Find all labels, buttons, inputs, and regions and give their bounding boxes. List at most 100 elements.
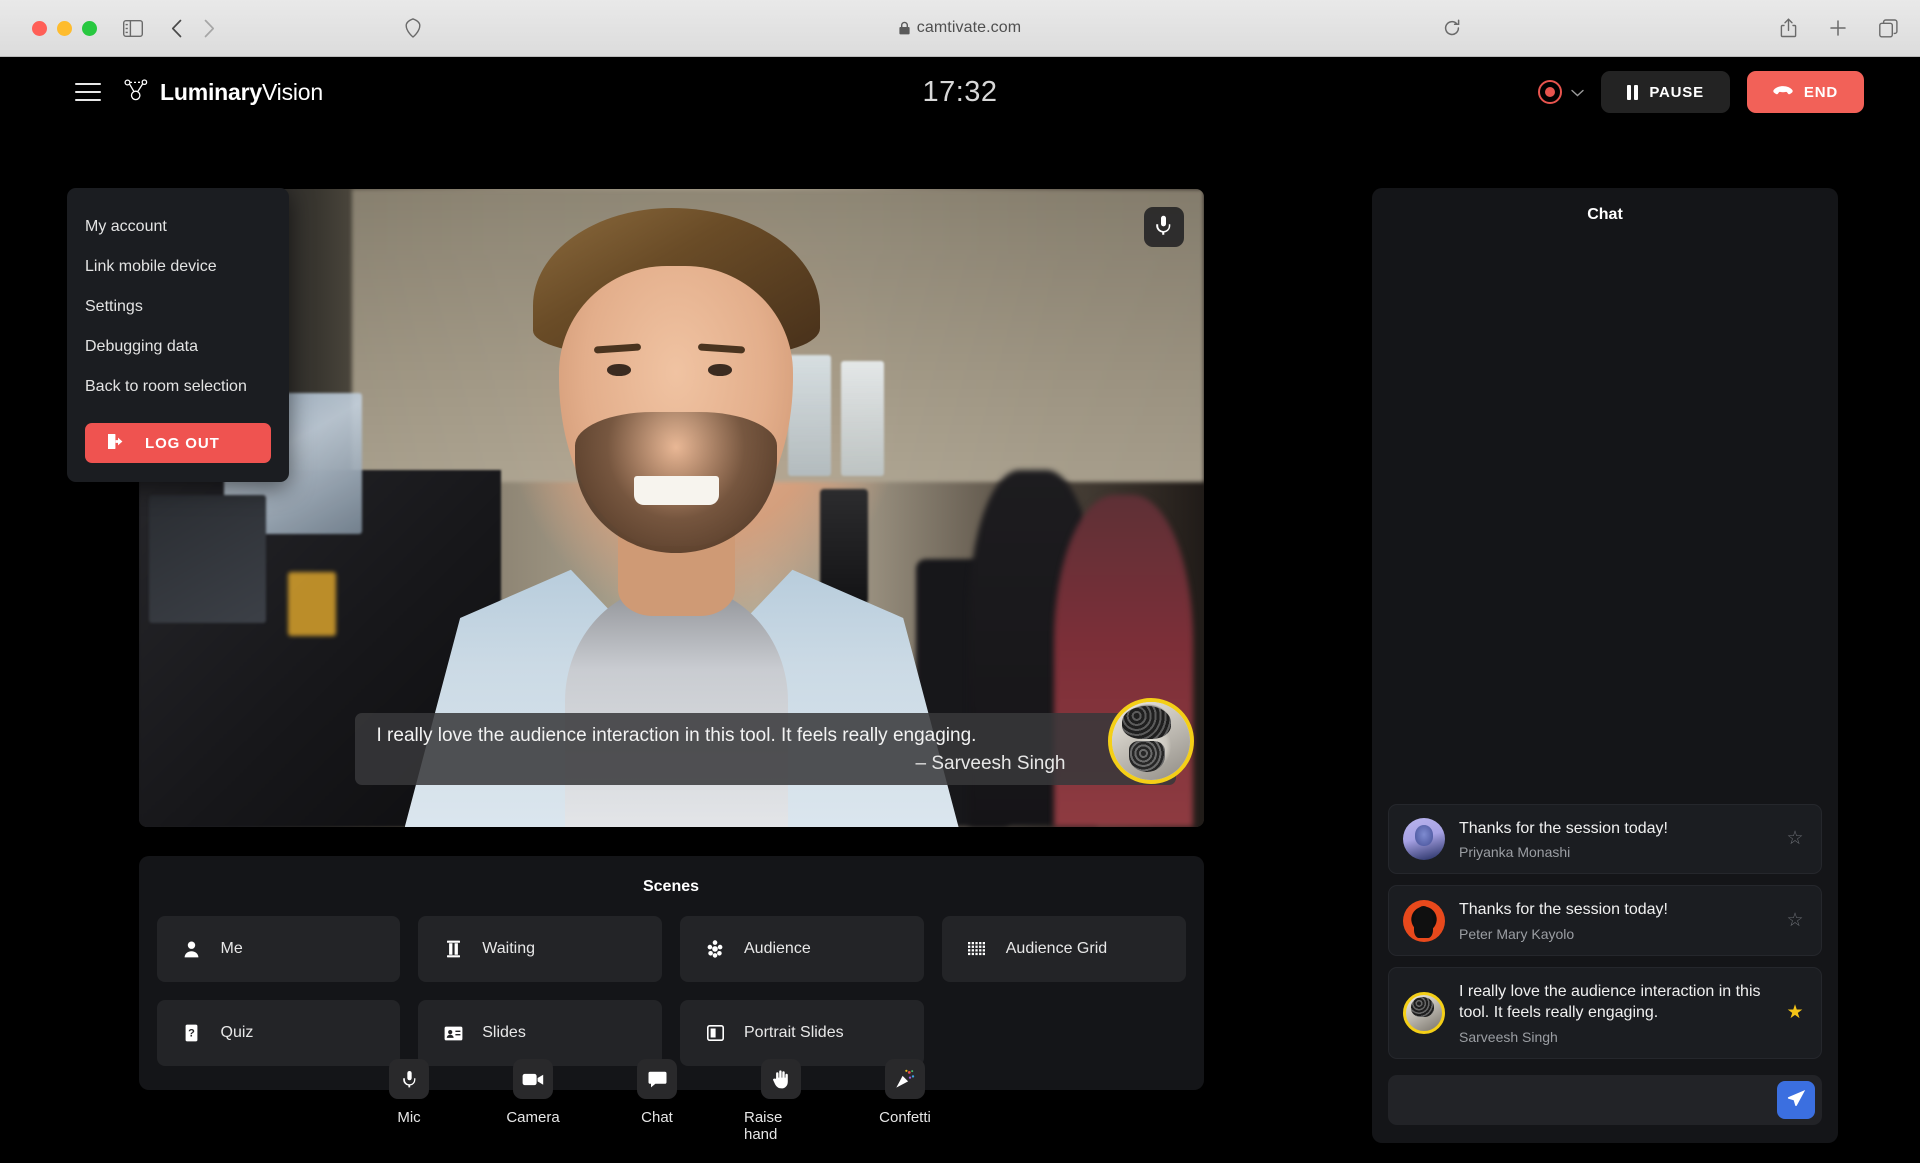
menu-item-my-account[interactable]: My account — [67, 207, 289, 247]
chat-message-author: Peter Mary Kayolo — [1459, 925, 1575, 942]
chat-title: Chat — [1587, 206, 1623, 223]
chat-message-body: Thanks for the session today! Priyanka M… — [1459, 818, 1769, 861]
portrait-slides-icon — [705, 1025, 725, 1041]
main-video-preview[interactable]: I really love the audience interaction i… — [138, 189, 1204, 827]
menu-item-back-to-room-selection[interactable]: Back to room selection — [67, 367, 289, 407]
menu-item-link-mobile-device[interactable]: Link mobile device — [67, 247, 289, 287]
close-window-button[interactable] — [32, 20, 47, 36]
logout-button[interactable]: LOG OUT — [85, 423, 271, 463]
hourglass-icon — [443, 940, 463, 958]
scene-card-audience[interactable]: Audience — [680, 916, 924, 982]
minimize-window-button[interactable] — [57, 20, 72, 36]
caption-avatar — [1107, 698, 1194, 784]
hamburger-menu-icon[interactable] — [75, 83, 101, 101]
window-traffic-lights[interactable] — [32, 20, 97, 36]
end-call-button[interactable]: END — [1746, 71, 1864, 113]
sidebar-toggle-icon[interactable] — [123, 19, 143, 37]
star-icon[interactable]: ★ — [1783, 1001, 1807, 1024]
chat-message-author: Priyanka Monashi — [1459, 844, 1571, 861]
caption-avatar-beard — [1128, 741, 1165, 773]
scenes-panel: Scenes Me Waiting Audience Audience Grid… — [138, 856, 1204, 1090]
video-desk-object — [287, 571, 336, 636]
microphone-icon — [1156, 215, 1171, 240]
chevron-down-icon[interactable] — [1571, 85, 1585, 100]
privacy-shield-icon[interactable] — [405, 18, 421, 38]
record-dot-icon[interactable] — [1538, 80, 1563, 104]
scene-label: Slides — [482, 1024, 526, 1041]
toolbar-label: Mic — [397, 1109, 421, 1126]
forward-arrow-icon[interactable] — [204, 19, 215, 38]
toolbar-raise-hand-button[interactable]: Raise hand — [744, 1059, 818, 1143]
app-topbar: LuminaryVision 17:32 PAUSE END — [0, 57, 1920, 127]
topbar-right-controls: PAUSE END — [1538, 71, 1892, 113]
toolbar-label: Confetti — [879, 1109, 931, 1126]
chat-message[interactable]: Thanks for the session today! Priyanka M… — [1388, 803, 1822, 875]
bottom-toolbar: Mic Camera Chat Raise hand Confetti — [0, 1059, 1342, 1143]
caption-author: – Sarveesh Singh — [915, 753, 1066, 775]
quiz-icon: ? — [182, 1024, 202, 1042]
video-mic-toggle[interactable] — [1143, 207, 1184, 247]
luminary-network-logo-icon — [123, 78, 149, 106]
toolbar-camera-button[interactable]: Camera — [496, 1059, 570, 1143]
chat-message[interactable]: I really love the audience interaction i… — [1388, 966, 1822, 1059]
navigation-arrows[interactable] — [171, 19, 215, 38]
star-icon[interactable]: ☆ — [1783, 827, 1807, 850]
send-message-button[interactable] — [1777, 1081, 1815, 1119]
logout-icon — [107, 433, 125, 454]
avatar — [1403, 817, 1445, 860]
toolbar-chat-button[interactable]: Chat — [620, 1059, 694, 1143]
tab-overview-icon[interactable] — [1879, 18, 1898, 38]
star-icon[interactable]: ☆ — [1783, 909, 1807, 932]
scene-card-quiz[interactable]: ? Quiz — [156, 1000, 401, 1066]
toolbar-confetti-button[interactable]: Confetti — [868, 1059, 942, 1143]
end-label: END — [1803, 83, 1838, 101]
video-caption-overlay: I really love the audience interaction i… — [354, 698, 1194, 785]
slides-icon — [443, 1026, 463, 1041]
chat-message[interactable]: Thanks for the session today! Peter Mary… — [1388, 885, 1822, 956]
maximize-window-button[interactable] — [82, 20, 97, 36]
video-speaker-tshirt — [564, 584, 789, 827]
pause-icon — [1627, 84, 1639, 100]
scene-card-slides[interactable]: Slides — [418, 1000, 662, 1066]
confetti-icon — [885, 1059, 925, 1099]
menu-item-settings[interactable]: Settings — [67, 287, 289, 327]
recording-selector[interactable] — [1538, 80, 1585, 104]
back-arrow-icon[interactable] — [171, 19, 182, 38]
chat-panel: Chat Thanks for the session today! Priya… — [1372, 188, 1838, 1143]
scene-label: Audience Grid — [1005, 940, 1108, 957]
scenes-grid: Me Waiting Audience Audience Grid ? Quiz… — [156, 916, 1186, 1066]
caption-text: I really love the audience interaction i… — [376, 724, 977, 746]
grid-icon — [967, 941, 987, 957]
browser-right-controls[interactable] — [1780, 18, 1898, 38]
address-bar[interactable]: camtivate.com — [0, 19, 1920, 37]
toolbar-label: Chat — [641, 1109, 673, 1126]
scene-card-portrait-slides[interactable]: Portrait Slides — [680, 1000, 924, 1066]
chat-message-text: Thanks for the session today! — [1459, 819, 1668, 837]
video-speaker-smile — [633, 476, 719, 506]
brand-name-bold: Luminary — [160, 78, 262, 105]
avatar — [1403, 899, 1445, 942]
share-icon[interactable] — [1780, 18, 1797, 38]
scene-card-audience-grid[interactable]: Audience Grid — [941, 916, 1186, 982]
app-root: LuminaryVision 17:32 PAUSE END My accoun… — [0, 57, 1920, 1163]
menu-item-debugging-data[interactable]: Debugging data — [67, 327, 289, 367]
chat-message-text: I really love the audience interaction i… — [1459, 982, 1761, 1022]
chat-input[interactable] — [1404, 1091, 1767, 1109]
person-icon — [182, 941, 202, 958]
chat-message-text: Thanks for the session today! — [1459, 901, 1668, 919]
account-dropdown-menu[interactable]: My account Link mobile device Settings D… — [67, 188, 289, 482]
chat-message-author: Sarveesh Singh — [1459, 1029, 1558, 1045]
camera-icon — [513, 1059, 553, 1099]
scene-card-me[interactable]: Me — [156, 916, 401, 982]
scene-card-waiting[interactable]: Waiting — [418, 916, 662, 982]
pause-button[interactable]: PAUSE — [1601, 71, 1730, 113]
toolbar-mic-button[interactable]: Mic — [372, 1059, 446, 1143]
chat-message-list[interactable]: Thanks for the session today! Priyanka M… — [1372, 242, 1838, 1067]
chat-message-body: Thanks for the session today! Peter Mary… — [1459, 899, 1769, 942]
plus-icon[interactable] — [1829, 19, 1847, 37]
chat-input-row[interactable] — [1388, 1075, 1822, 1125]
brand: LuminaryVision — [123, 78, 323, 106]
pause-label: PAUSE — [1649, 83, 1704, 101]
reload-icon[interactable] — [1443, 19, 1461, 37]
svg-text:?: ? — [188, 1027, 195, 1039]
